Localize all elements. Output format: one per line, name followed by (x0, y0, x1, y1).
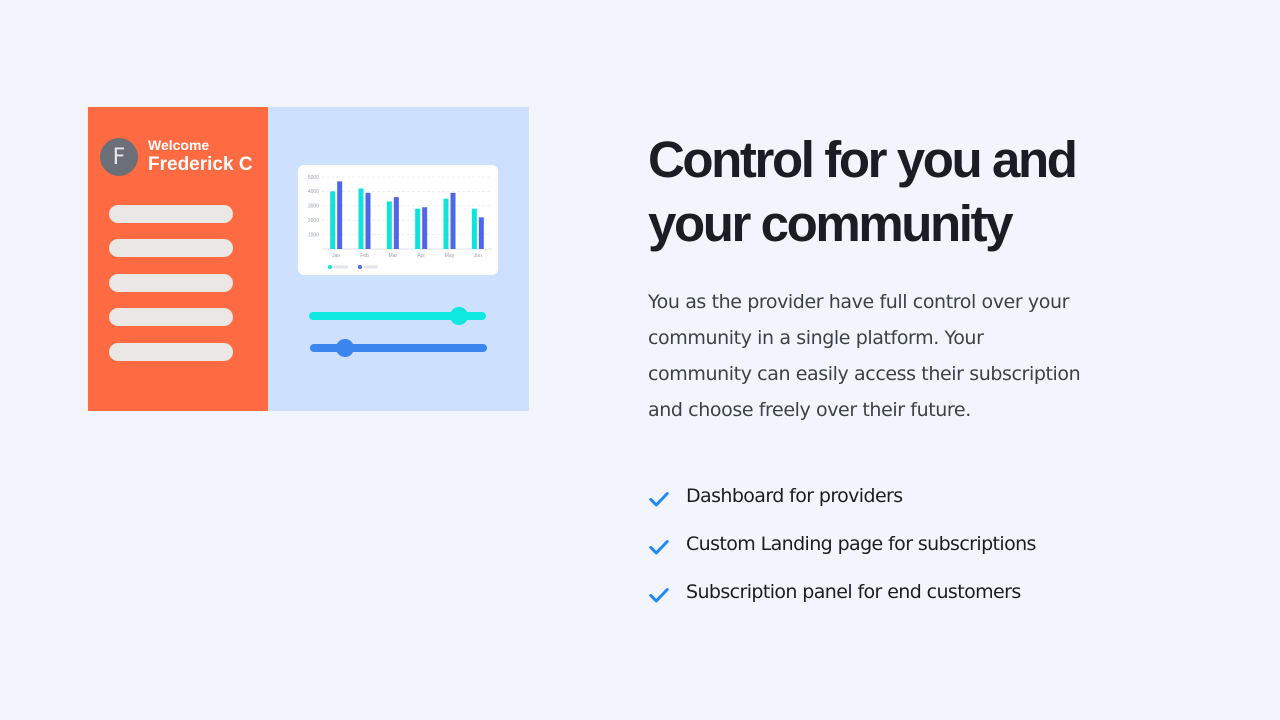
chart-legend-marker (328, 265, 332, 269)
feature-section: Control for you and your community You a… (648, 128, 1118, 616)
chart-bar (393, 197, 399, 249)
chart-x-tick-label: Jan (332, 253, 340, 259)
chart-y-tick-label: 5000 (308, 175, 319, 181)
feature-list: Dashboard for providers Custom Landing p… (648, 472, 1118, 616)
mini-bar-chart: 5000 4000 3000 2000 1000 Jan Feb Mar Apr May Jun (308, 175, 492, 269)
chart-bar (365, 192, 371, 249)
feature-label: Custom Landing page for subscriptions (686, 533, 1036, 555)
welcome-label: Welcome (148, 137, 210, 153)
chart-y-tick-label: 4000 (308, 189, 319, 195)
sidebar-placeholder-item (109, 343, 233, 361)
chart-y-tick-label: 1000 (308, 232, 319, 238)
check-icon (649, 492, 669, 507)
chart-x-tick-label: May (445, 253, 455, 259)
chart-legend-placeholder (334, 265, 348, 269)
chart-legend-placeholder (364, 265, 378, 269)
chart-bar (450, 192, 456, 249)
chart-bar (443, 198, 449, 249)
feature-item: Custom Landing page for subscriptions (648, 520, 1118, 568)
slider-thumb (336, 339, 355, 357)
chart-card: 5000 4000 3000 2000 1000 Jan Feb Mar Apr May Jun (298, 165, 498, 275)
sidebar-placeholder-item (109, 274, 233, 292)
title-line-1: Control for you and (648, 131, 1078, 188)
dashboard-illustration: F Welcome Frederick C 5000 4000 3000 2000 10… (88, 107, 529, 411)
check-icon (649, 540, 669, 555)
chart-bar (422, 207, 428, 249)
illustration-sidebar: F Welcome Frederick C (88, 107, 268, 411)
avatar: F (100, 138, 138, 176)
chart-x-tick-label: Feb (360, 253, 369, 259)
user-name: Frederick C (148, 154, 253, 175)
chart-bar (415, 208, 421, 249)
chart-bar (358, 188, 364, 249)
chart-bar (330, 191, 336, 249)
feature-label: Dashboard for providers (686, 485, 903, 507)
sidebar-placeholder-item (109, 239, 233, 257)
chart-bar (478, 217, 484, 249)
chart-x-tick-label: Mar (389, 253, 398, 259)
slider-thumb (450, 307, 469, 325)
chart-y-tick-label: 2000 (308, 218, 319, 224)
chart-bar (386, 201, 392, 249)
feature-label: Subscription panel for end customers (686, 581, 1021, 603)
chart-bar (471, 208, 477, 249)
sidebar-placeholder-item (109, 308, 233, 326)
feature-item: Dashboard for providers (648, 472, 1118, 520)
sidebar-placeholder-item (109, 205, 233, 223)
chart-x-tick-label: Jun (474, 253, 482, 259)
chart-y-tick-label: 3000 (308, 204, 319, 210)
title-line-2: your community (648, 195, 1014, 252)
chart-legend-marker (358, 265, 362, 269)
section-title: Control for you and your community (648, 128, 1118, 256)
chart-bar (337, 181, 343, 249)
feature-item: Subscription panel for end customers (648, 568, 1118, 616)
section-description: You as the provider have full control ov… (648, 291, 1081, 421)
chart-x-tick-label: Apr (417, 253, 425, 259)
check-icon (649, 588, 669, 603)
